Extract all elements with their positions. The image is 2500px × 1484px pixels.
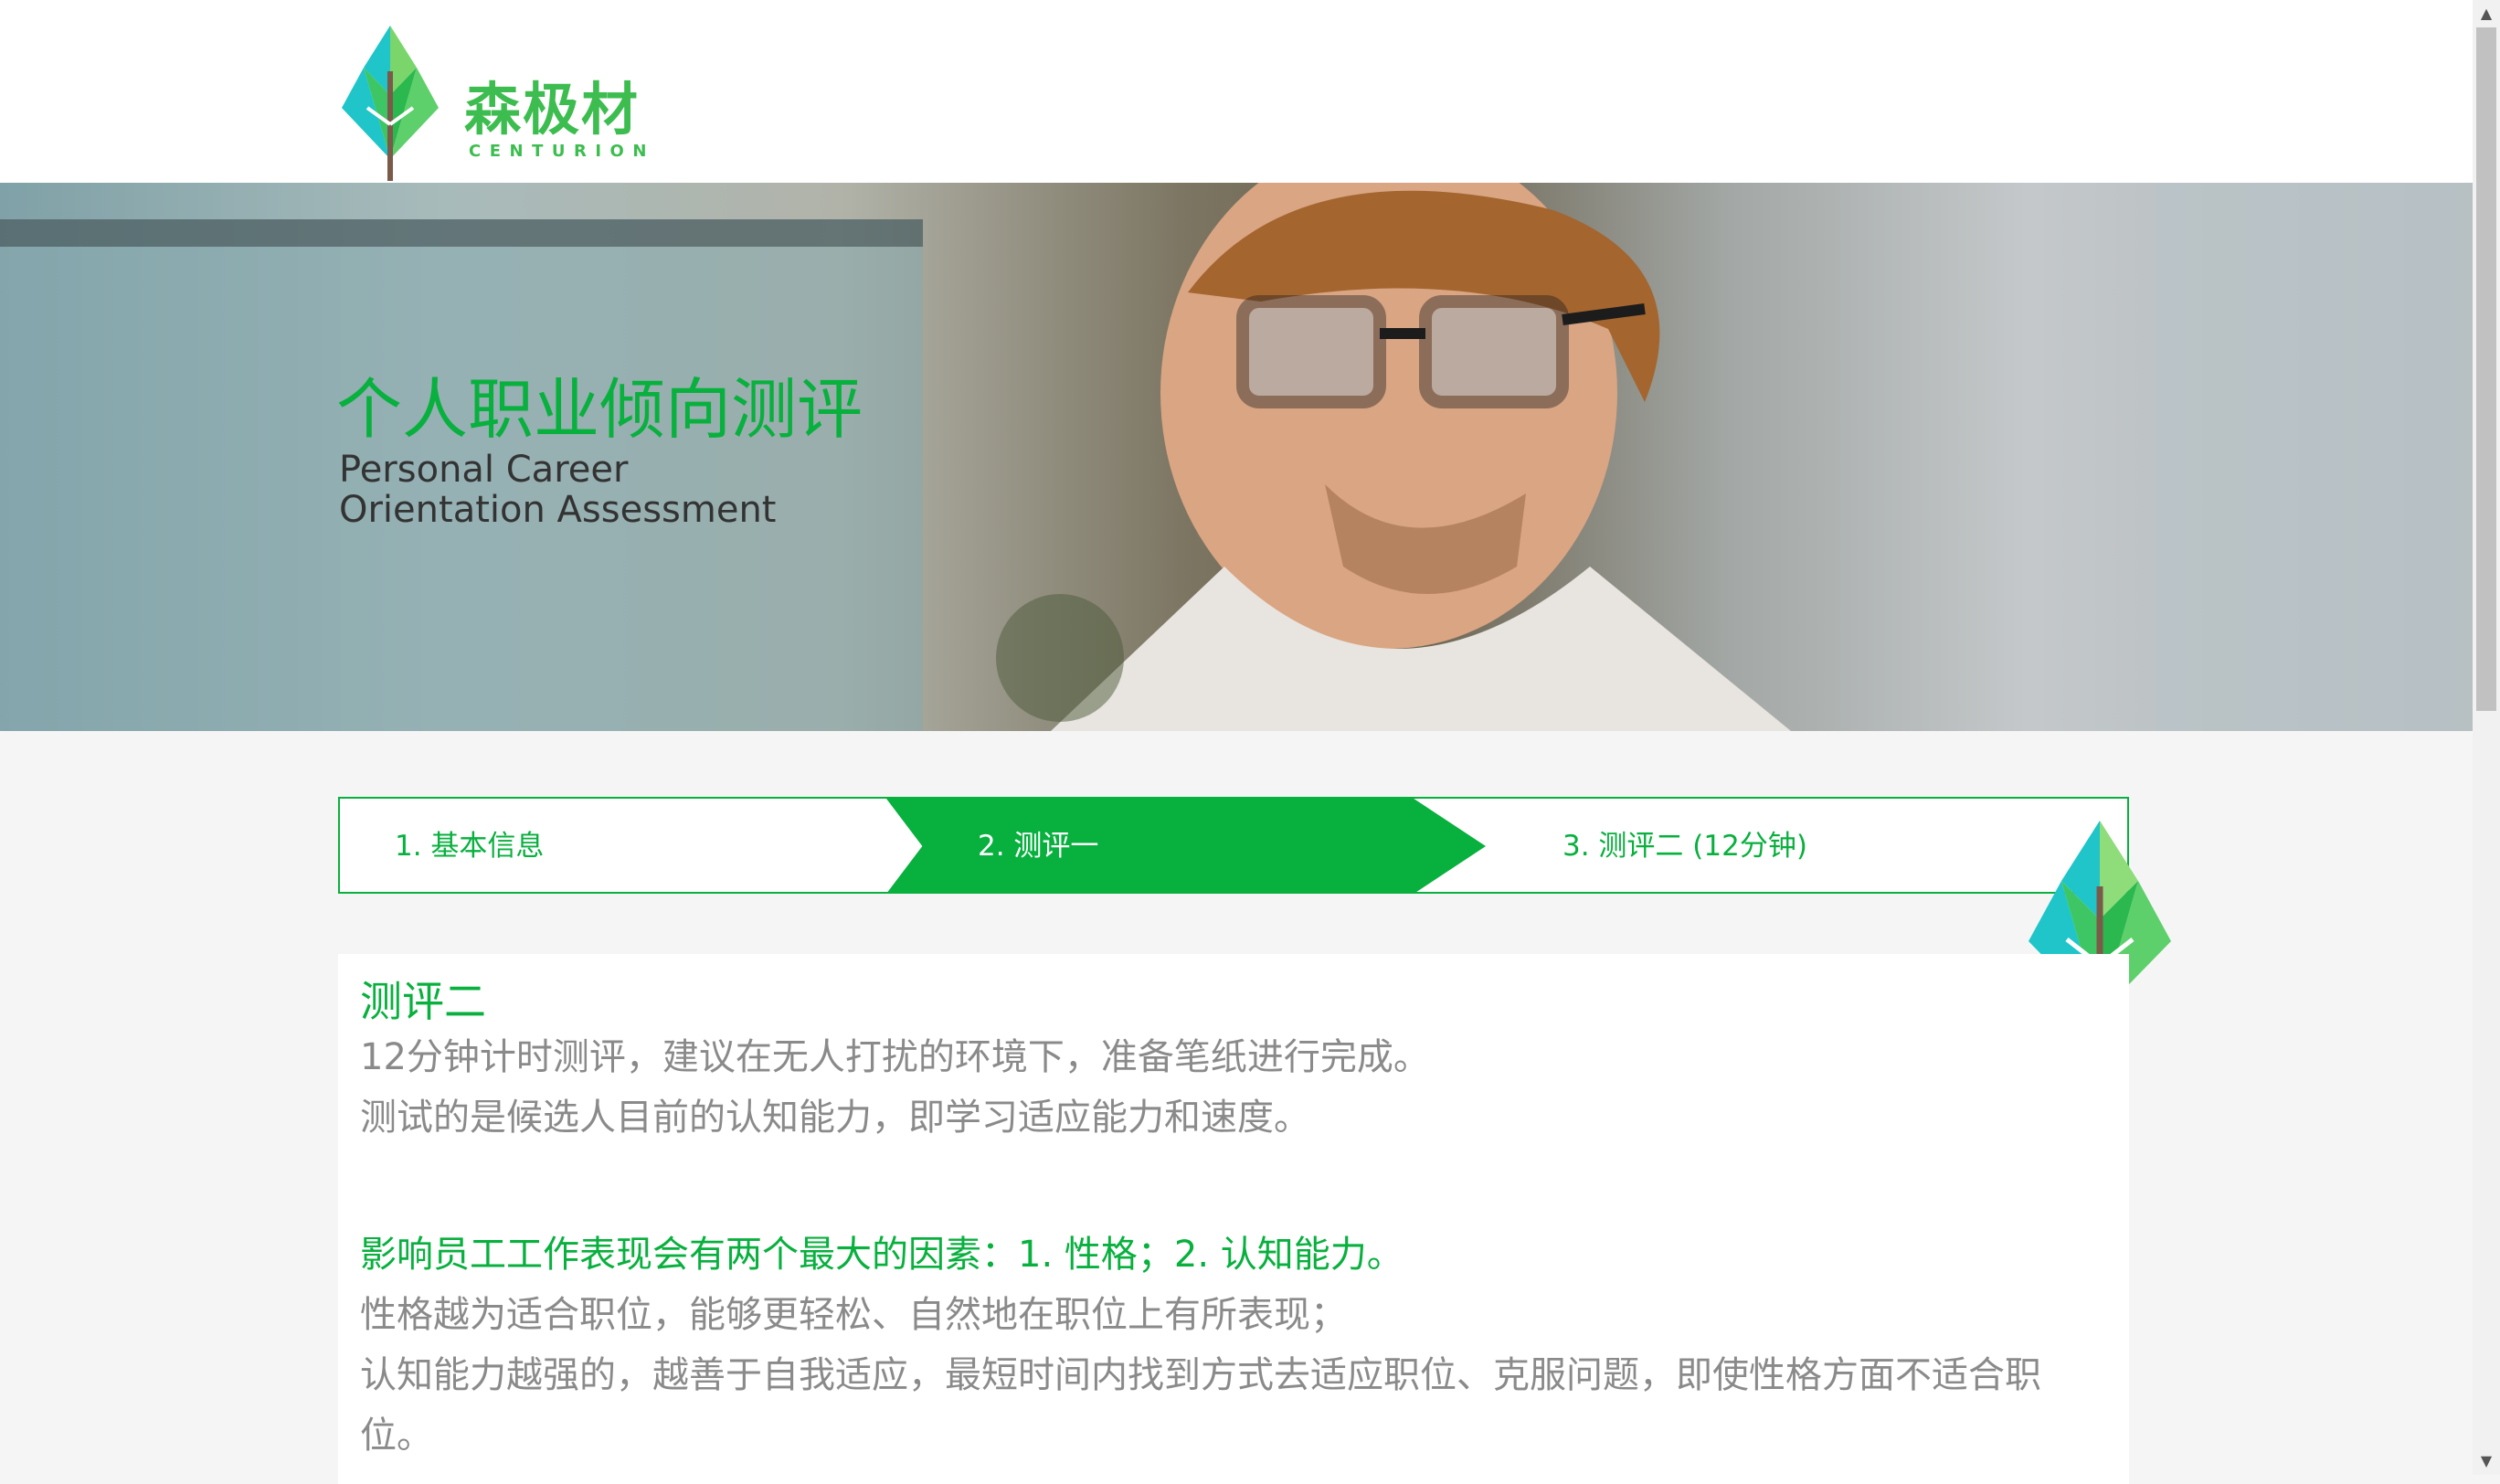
intro-line-1: 12分钟计时测评，建议在无人打扰的环境下，准备笔纸进行完成。: [360, 1036, 1430, 1078]
step-assessment-one[interactable]: 2. 测评一: [978, 799, 1098, 892]
step-basic-info[interactable]: 1. 基本信息: [395, 799, 544, 892]
scroll-up-icon[interactable]: ▲: [2473, 0, 2500, 27]
intro-line-2: 测试的是候选人目前的认知能力，即学习适应能力和速度。: [360, 1097, 1310, 1139]
page-subtitle-line-2: Orientation Assessment: [339, 489, 777, 531]
tree-logo-icon: [342, 26, 439, 181]
hero-banner: 个人职业倾向测评 Personal Career Orientation Ass…: [0, 183, 2473, 731]
highlight-line: 影响员工工作表现会有两个最大的因素：1. 性格；2. 认知能力。: [360, 1234, 1404, 1276]
intro-line-3: 性格越为适合职位，能够更轻松、自然地在职位上有所表现；: [360, 1294, 1347, 1336]
step-assessment-two[interactable]: 3. 测评二 (12分钟): [1562, 799, 1807, 892]
scroll-thumb[interactable]: [2476, 27, 2496, 711]
page-subtitle: Personal Career Orientation Assessment: [339, 450, 776, 530]
active-step-arrow: [886, 799, 1486, 892]
intro-line-4: 认知能力越强的，越善于自我适应，最短时间内找到方式去适应职位、克服问题，即使性格…: [360, 1354, 2041, 1457]
assessment-intro-card: 测评二 12分钟计时测评，建议在无人打扰的环境下，准备笔纸进行完成。 测试的是候…: [338, 954, 2129, 1484]
scroll-down-icon[interactable]: ▼: [2473, 1447, 2500, 1475]
site-header: 森极材 CENTURION: [0, 0, 2473, 183]
card-title: 测评二: [360, 977, 486, 1026]
page-title: 个人职业倾向测评: [336, 371, 863, 448]
brand-name-en: CENTURION: [469, 142, 655, 161]
progress-stepper: 1. 基本信息 2. 测评一 3. 测评二 (12分钟): [338, 797, 2129, 894]
brand-logo[interactable]: 森极材 CENTURION: [336, 24, 665, 185]
page-subtitle-line-1: Personal Career: [339, 449, 629, 491]
page-scrollbar[interactable]: ▲ ▼: [2473, 0, 2500, 1475]
brand-name-cn: 森极材: [464, 76, 641, 143]
